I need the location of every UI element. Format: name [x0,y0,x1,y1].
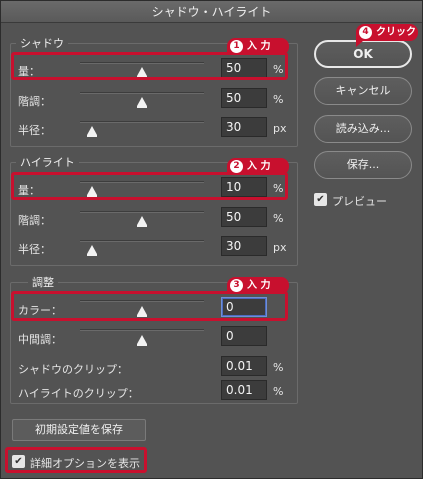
detail-options-checkbox[interactable]: ✔ [12,455,25,468]
color-slider-thumb[interactable] [137,306,147,317]
shadow-clip-unit: % [273,361,284,374]
shadow-radius-slider-thumb[interactable] [87,126,98,137]
annotation-tag-2: 2入 力 [227,158,289,175]
ok-button[interactable]: OK [314,40,412,68]
shadow-amount-input[interactable]: 50 [221,58,267,78]
highlight-amount-slider-track[interactable] [80,181,204,183]
highlight-tone-label: 階調： [18,214,51,227]
highlight-radius-unit: px [273,241,287,254]
highlight-tone-input[interactable]: 50 [221,207,267,227]
shadow-amount-unit: % [273,63,284,76]
shadow-clip-label: シャドウのクリップ： [18,363,128,376]
highlight-radius-slider-track[interactable] [80,240,204,242]
annotation-tag-3: 3入 力 [227,277,289,294]
preview-label: プレビュー [332,195,387,208]
midtone-label: 中間調： [18,333,62,346]
midtone-slider-track[interactable] [80,329,204,331]
load-button[interactable]: 読み込み... [314,115,412,143]
midtone-slider-thumb[interactable] [137,335,147,346]
highlight-amount-unit: % [273,182,284,195]
highlight-amount-label: 量： [18,184,40,197]
shadow-tone-slider-thumb[interactable] [137,97,147,108]
adjust-group-title: 調整 [28,274,58,290]
highlight-clip-unit: % [273,385,284,398]
highlight-tone-unit: % [273,212,284,225]
highlight-clip-input[interactable]: 0.01 [221,380,267,400]
highlight-radius-input[interactable]: 30 [221,236,267,256]
detail-options-label: 詳細オプションを表示 [30,457,140,470]
highlight-clip-label: ハイライトのクリップ： [18,387,139,400]
highlight-tone-slider-thumb[interactable] [137,216,147,227]
annotation-tag-4: 4 クリック [356,24,418,47]
highlight-radius-label: 半径： [18,243,51,256]
highlight-tone-slider-track[interactable] [80,211,204,213]
shadow-amount-label: 量： [18,65,40,78]
checkmark-icon: ✔ [14,456,23,467]
shadow-radius-unit: px [273,122,287,135]
color-input[interactable]: 0 [221,297,267,317]
shadow-tone-label: 階調： [18,95,51,108]
save-button[interactable]: 保存... [314,151,412,179]
dialog-title: シャドウ・ハイライト [1,1,422,23]
shadow-radius-input[interactable]: 30 [221,117,267,137]
color-label: カラー： [18,304,62,317]
save-defaults-button[interactable]: 初期設定値を保存 [12,419,146,441]
cancel-button[interactable]: キャンセル [314,77,412,105]
highlight-amount-slider-thumb[interactable] [87,186,98,197]
shadow-highlight-dialog: シャドウ・ハイライト シャドウ 量： 50 % 階調： 50 % 半径： 30 … [0,0,423,479]
shadow-radius-label: 半径： [18,124,51,137]
shadow-tone-slider-track[interactable] [80,92,204,94]
midtone-input[interactable]: 0 [221,326,267,346]
shadow-tone-unit: % [273,93,284,106]
annotation-tag-1: 1入 力 [227,38,289,55]
shadow-group-title: シャドウ [16,35,68,51]
shadow-amount-slider-track[interactable] [80,62,204,64]
shadow-radius-slider-track[interactable] [80,121,204,123]
shadow-amount-slider-thumb[interactable] [137,67,147,78]
highlight-group-title: ハイライト [16,154,79,170]
checkmark-icon: ✔ [316,194,325,205]
preview-checkbox[interactable]: ✔ [314,193,327,206]
color-slider-track[interactable] [80,300,204,302]
highlight-radius-slider-thumb[interactable] [87,245,98,256]
shadow-clip-input[interactable]: 0.01 [221,356,267,376]
highlight-amount-input[interactable]: 10 [221,177,267,197]
shadow-tone-input[interactable]: 50 [221,88,267,108]
